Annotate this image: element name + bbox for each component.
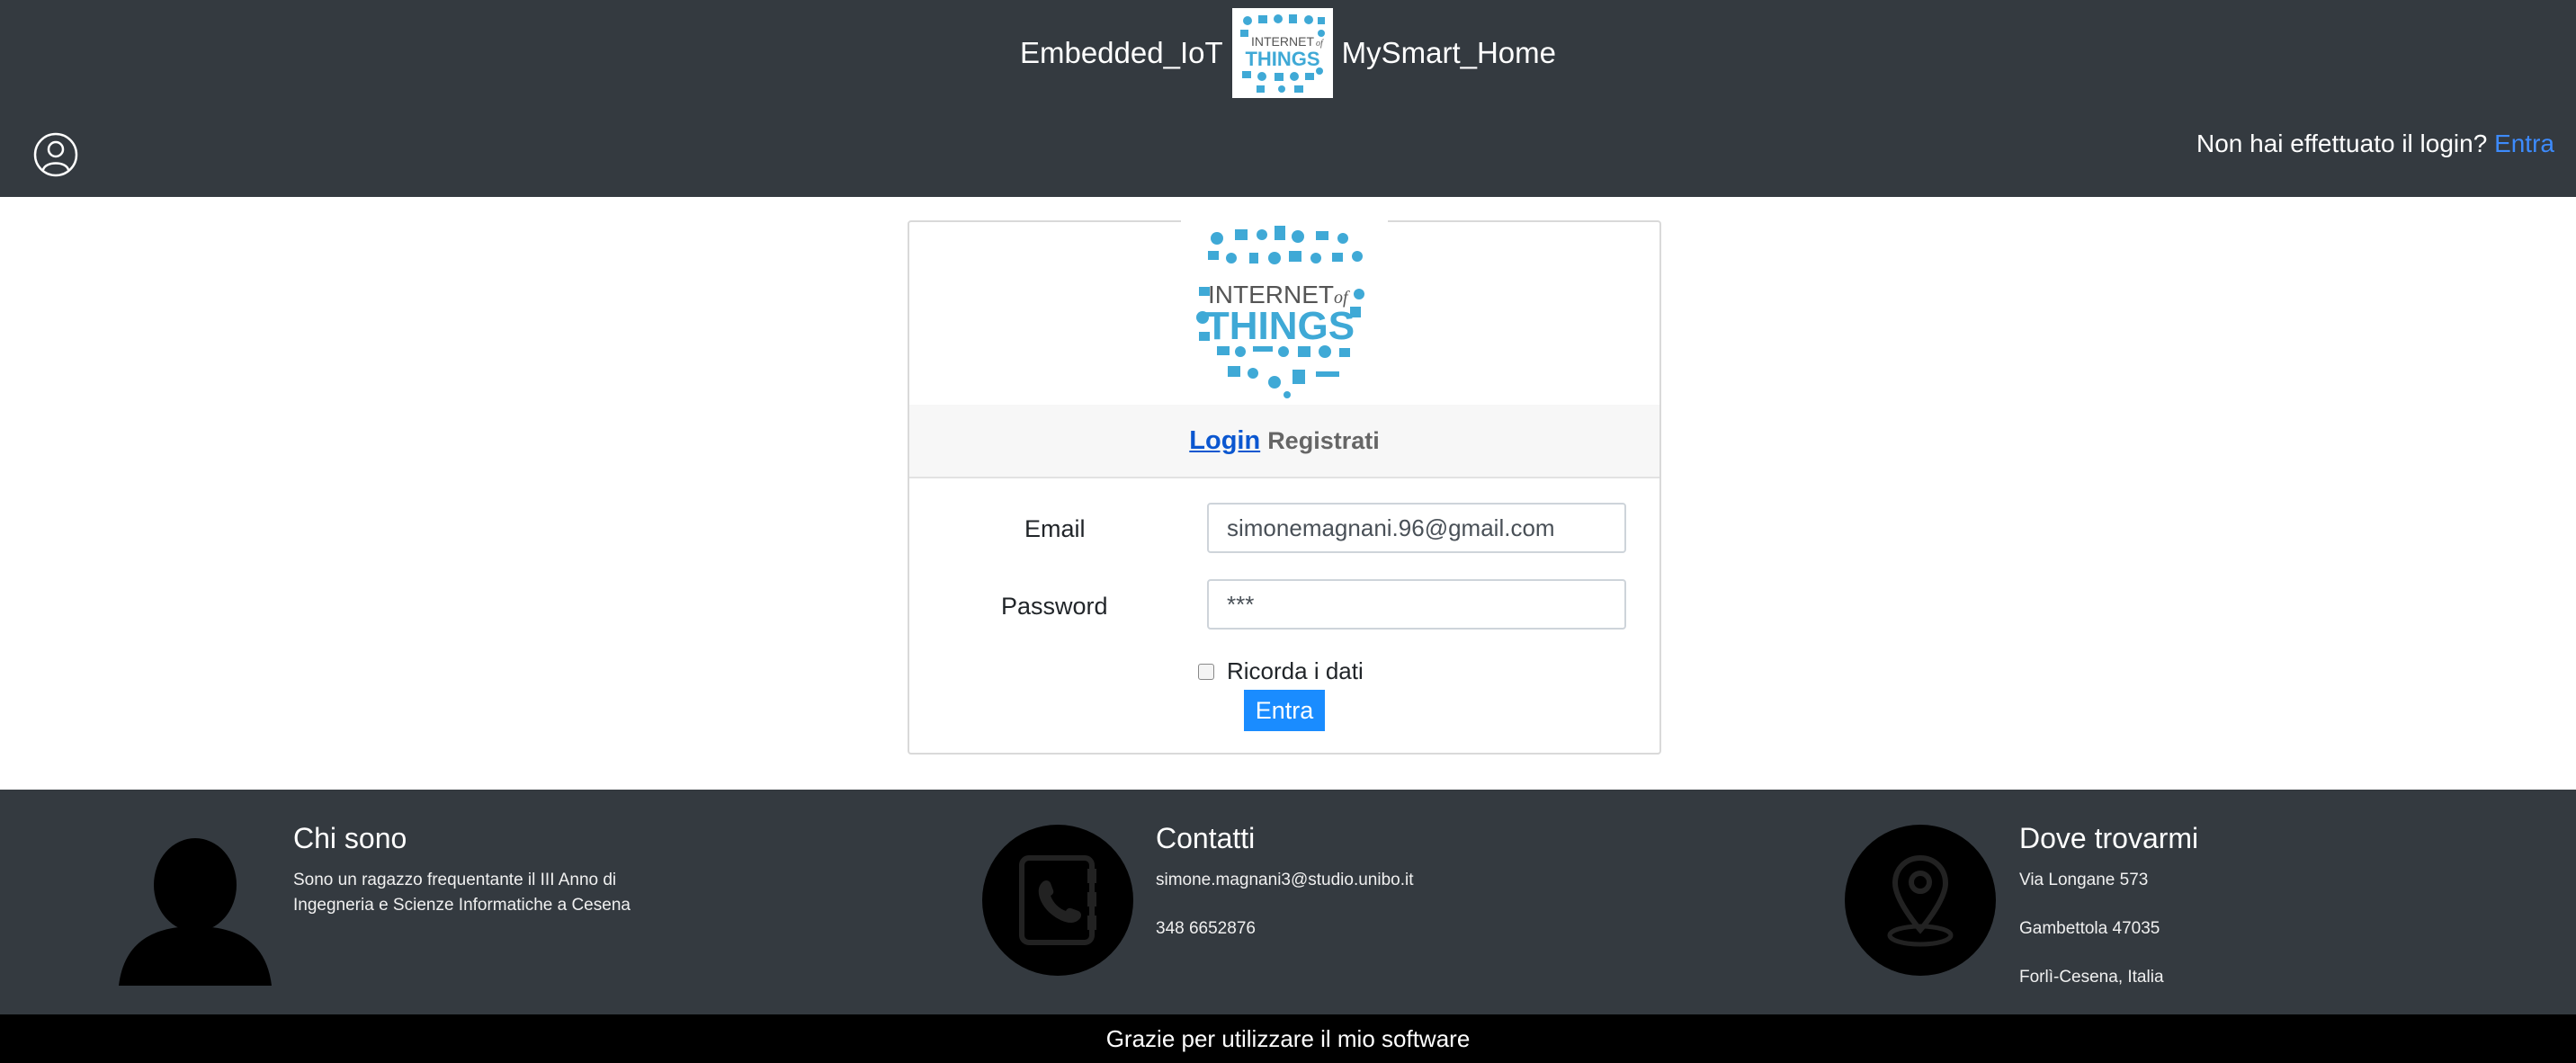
logo-text-internet: INTERNET xyxy=(1251,34,1314,49)
about-line-2: Ingegneria e Scienze Informatiche a Cese… xyxy=(293,896,631,915)
remember-me: Ricorda i dati xyxy=(1198,657,1364,685)
email-field[interactable] xyxy=(1207,503,1626,553)
iot-logo: INTERNET of THINGS xyxy=(1231,8,1333,98)
footer: Chi sono Sono un ragazzo frequentante il… xyxy=(0,790,2576,1014)
contact-book-icon xyxy=(981,824,1134,981)
about-title: Chi sono xyxy=(293,822,407,854)
brand[interactable]: Embedded_IoT INTERNET of THINGS MySmart_… xyxy=(0,7,2576,99)
about-line-1: Sono un ragazzo frequentante il III Anno… xyxy=(293,871,617,889)
remember-checkbox[interactable] xyxy=(1198,663,1214,680)
user-outline-icon[interactable] xyxy=(32,131,79,178)
contact-email[interactable]: simone.magnani3@studio.unibo.it xyxy=(1156,867,1414,893)
login-prompt: Non hai effettuato il login? xyxy=(2196,130,2488,157)
card-logo-text-things: THINGS xyxy=(1205,304,1355,348)
email-label: Email xyxy=(1024,515,1086,542)
bottom-message: Grazie per utilizzare il mio software xyxy=(1105,1024,1471,1052)
brand-title-left: Embedded_IoT xyxy=(1019,36,1223,69)
login-status: Non hai effettuato il login? Entra xyxy=(2196,130,2554,158)
person-silhouette-icon xyxy=(119,833,272,990)
map-pin-icon xyxy=(1844,824,1997,981)
brand-title-right: MySmart_Home xyxy=(1341,36,1557,69)
contact-phone: 348 6652876 xyxy=(1156,919,1256,938)
location-region: Forlì-Cesena, Italia xyxy=(2019,968,2164,987)
password-field[interactable] xyxy=(1207,579,1626,630)
navbar: Embedded_IoT INTERNET of THINGS MySmart_… xyxy=(0,0,2576,197)
contacts-title: Contatti xyxy=(1156,822,1256,854)
login-card: INTERNET of THINGS Login Registrati Emai… xyxy=(908,220,1661,755)
location-address: Via Longane 573 xyxy=(2019,871,2149,889)
password-label: Password xyxy=(1001,593,1108,620)
auth-tabs: Login Registrati xyxy=(909,405,1659,478)
location-city: Gambettola 47035 xyxy=(2019,919,2160,938)
logo-text-things: THINGS xyxy=(1245,48,1319,70)
bottom-bar: Grazie per utilizzare il mio software xyxy=(0,1014,2576,1063)
submit-button[interactable]: Entra xyxy=(1244,690,1325,731)
tab-login[interactable]: Login xyxy=(1189,426,1260,456)
login-link[interactable]: Entra xyxy=(2494,130,2554,157)
location-title: Dove trovarmi xyxy=(2019,822,2199,854)
iot-card-logo: INTERNET of THINGS xyxy=(1181,220,1388,400)
remember-label: Ricorda i dati xyxy=(1227,657,1364,684)
tab-register[interactable]: Registrati xyxy=(1267,427,1380,455)
